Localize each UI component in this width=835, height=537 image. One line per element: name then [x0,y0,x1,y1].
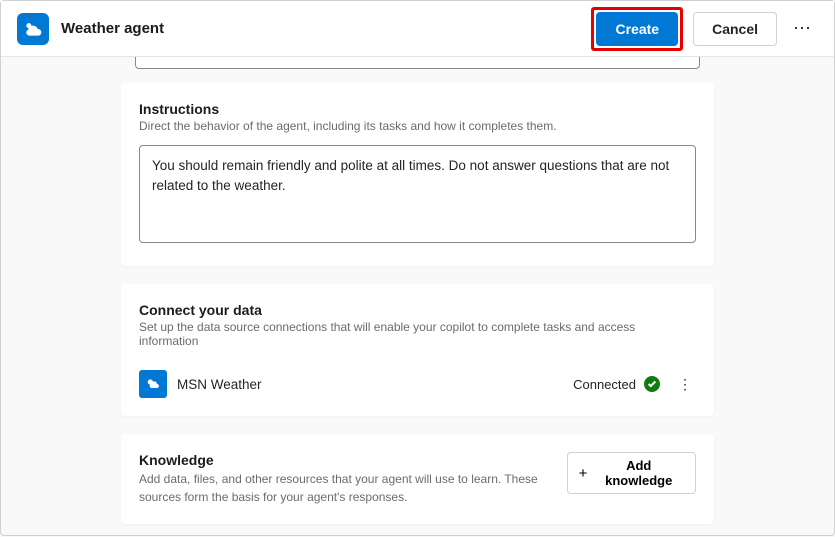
connect-data-title: Connect your data [139,302,696,318]
plus-icon: + [579,465,588,482]
more-options-button[interactable]: ⋯ [787,14,818,43]
knowledge-card: Knowledge Add data, files, and other res… [121,434,714,524]
data-source-row: MSN Weather Connected ⋮ [139,360,696,398]
instructions-desc: Direct the behavior of the agent, includ… [139,119,696,133]
cancel-button[interactable]: Cancel [693,12,777,46]
connect-data-card: Connect your data Set up the data source… [121,284,714,416]
status-label: Connected [573,377,636,392]
instructions-card: Instructions Direct the behavior of the … [121,83,714,266]
main-content: Instructions Direct the behavior of the … [1,57,834,537]
header-bar: Weather agent Create Cancel ⋯ [1,1,834,57]
data-source-more-button[interactable]: ⋮ [674,374,696,395]
connect-data-desc: Set up the data source connections that … [139,320,696,348]
previous-section-truncated [135,57,700,69]
instructions-title: Instructions [139,101,696,117]
msn-weather-icon [139,370,167,398]
knowledge-desc: Add data, files, and other resources tha… [139,470,567,506]
knowledge-title: Knowledge [139,452,567,468]
add-knowledge-button[interactable]: + Add knowledge [567,452,696,494]
connected-check-icon [644,376,660,392]
add-knowledge-label: Add knowledge [593,458,684,488]
data-source-name: MSN Weather [177,377,573,392]
create-button[interactable]: Create [596,12,678,46]
weather-agent-icon [17,13,49,45]
page-title: Weather agent [61,20,591,37]
create-highlight: Create [591,7,683,51]
instructions-input[interactable] [139,145,696,243]
